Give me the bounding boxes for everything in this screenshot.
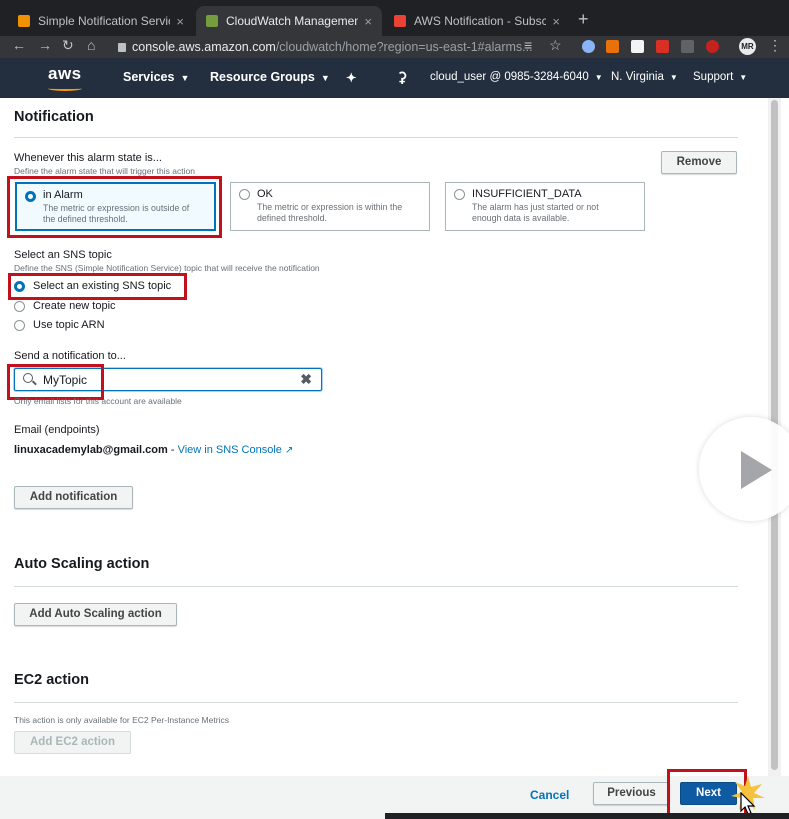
- document-extension-icon[interactable]: [681, 40, 694, 53]
- page-content: Notification Whenever this alarm state i…: [0, 98, 789, 819]
- new-tab-button[interactable]: +: [578, 9, 589, 30]
- aws-logo[interactable]: aws: [48, 64, 82, 84]
- browser-tab-sns[interactable]: Simple Notification Service ×: [8, 6, 194, 36]
- aws-smile-icon: [48, 86, 82, 91]
- browser-tab-bar: Simple Notification Service × CloudWatch…: [0, 0, 789, 36]
- view-sns-console-link[interactable]: View in SNS Console: [178, 444, 282, 456]
- notification-section-title: Notification: [14, 109, 94, 125]
- ec2-section-title: EC2 action: [14, 672, 89, 688]
- chevron-down-icon: ▼: [594, 73, 603, 82]
- cloudwatch-favicon-icon: [206, 15, 218, 27]
- sns-option-arn[interactable]: Use topic ARN: [14, 319, 105, 331]
- highlight-box: [8, 273, 187, 300]
- window-extension-icon[interactable]: [631, 40, 644, 53]
- chevron-down-icon: ▼: [669, 73, 678, 82]
- bell-icon[interactable]: ⚳: [397, 69, 407, 86]
- alarm-state-description: Define the alarm state that will trigger…: [14, 166, 195, 176]
- browser-tab-gmail[interactable]: AWS Notification - Subscriptio ×: [384, 6, 570, 36]
- external-link-icon[interactable]: ↗: [285, 445, 293, 456]
- reload-icon[interactable]: ↻: [62, 37, 74, 54]
- divider: [14, 586, 738, 587]
- email-endpoint-row: linuxacademylab@gmail.com - View in SNS …: [14, 444, 294, 456]
- add-autoscaling-button[interactable]: Add Auto Scaling action: [14, 603, 177, 626]
- radio-ok[interactable]: [239, 189, 250, 200]
- forward-arrow-icon[interactable]: →: [38, 37, 52, 53]
- address-bar[interactable]: console.aws.amazon.com/cloudwatch/home?r…: [112, 36, 572, 58]
- add-notification-button[interactable]: Add notification: [14, 486, 133, 509]
- divider: [14, 137, 738, 138]
- chevron-down-icon: ▼: [180, 73, 190, 83]
- close-tab-icon[interactable]: ×: [552, 14, 560, 29]
- chevron-down-icon: ▼: [739, 73, 748, 82]
- search-hint: Only email lists for this account are av…: [14, 396, 182, 406]
- back-arrow-icon[interactable]: ←: [12, 37, 26, 53]
- sns-topic-description: Define the SNS (Simple Notification Serv…: [14, 263, 320, 273]
- resource-groups-menu[interactable]: Resource Groups ▼: [210, 70, 330, 84]
- home-icon[interactable]: ⌂: [87, 37, 95, 53]
- close-tab-icon[interactable]: ×: [364, 14, 372, 29]
- aws-top-nav: aws Services ▼ Resource Groups ▼ ✦ ⚳ cloud…: [0, 58, 789, 98]
- send-notification-label: Send a notification to...: [14, 350, 126, 362]
- highlight-box: [7, 364, 104, 400]
- ec2-note: This action is only available for EC2 Pe…: [14, 715, 229, 725]
- clear-icon[interactable]: ✖: [300, 371, 312, 388]
- calendar-extension-icon[interactable]: [656, 40, 669, 53]
- email-address: linuxacademylab@gmail.com: [14, 444, 168, 456]
- bottom-bar: [385, 813, 789, 819]
- autoscaling-section-title: Auto Scaling action: [14, 556, 150, 572]
- browser-toolbar: ← → ↻ ⌂ console.aws.amazon.com/cloudwatc…: [0, 36, 789, 58]
- lock-icon: [118, 43, 126, 52]
- divider: [14, 702, 738, 703]
- pin-icon[interactable]: ✦: [346, 70, 356, 85]
- cube-extension-icon[interactable]: [606, 40, 619, 53]
- gmail-favicon-icon: [394, 15, 406, 27]
- alarm-state-label: Whenever this alarm state is...: [14, 152, 162, 164]
- cancel-button[interactable]: Cancel: [530, 788, 569, 802]
- bookmark-star-icon[interactable]: ☆: [549, 37, 562, 54]
- radio-create-topic[interactable]: [14, 301, 25, 312]
- browser-tab-cloudwatch[interactable]: CloudWatch Management Con ×: [196, 6, 382, 36]
- sns-favicon-icon: [18, 15, 30, 27]
- remove-button[interactable]: Remove: [661, 151, 737, 174]
- shield-extension-icon[interactable]: [706, 40, 719, 53]
- highlight-box: [7, 176, 222, 238]
- sns-option-create[interactable]: Create new topic: [14, 300, 116, 312]
- previous-button[interactable]: Previous: [593, 782, 670, 805]
- browser-menu-icon[interactable]: ⋮: [768, 37, 782, 54]
- email-endpoints-label: Email (endpoints): [14, 424, 100, 436]
- chevron-down-icon: ▼: [320, 73, 330, 83]
- drive-extension-icon[interactable]: [582, 40, 595, 53]
- region-menu[interactable]: N. Virginia ▼: [611, 71, 678, 83]
- reader-icon[interactable]: ≡: [524, 37, 532, 53]
- account-menu[interactable]: cloud_user @ 0985-3284-6040 ▼: [430, 71, 603, 83]
- play-icon: [741, 451, 772, 489]
- radio-topic-arn[interactable]: [14, 320, 25, 331]
- state-card-ok[interactable]: OK The metric or expression is within th…: [230, 182, 430, 231]
- profile-avatar[interactable]: MR: [739, 38, 756, 55]
- close-tab-icon[interactable]: ×: [176, 14, 184, 29]
- services-menu[interactable]: Services ▼: [123, 70, 189, 84]
- add-ec2-button[interactable]: Add EC2 action: [14, 731, 131, 754]
- state-card-insufficient-data[interactable]: INSUFFICIENT_DATA The alarm has just sta…: [445, 182, 645, 231]
- sns-topic-label: Select an SNS topic: [14, 249, 112, 261]
- radio-insufficient-data[interactable]: [454, 189, 465, 200]
- support-menu[interactable]: Support ▼: [693, 71, 747, 83]
